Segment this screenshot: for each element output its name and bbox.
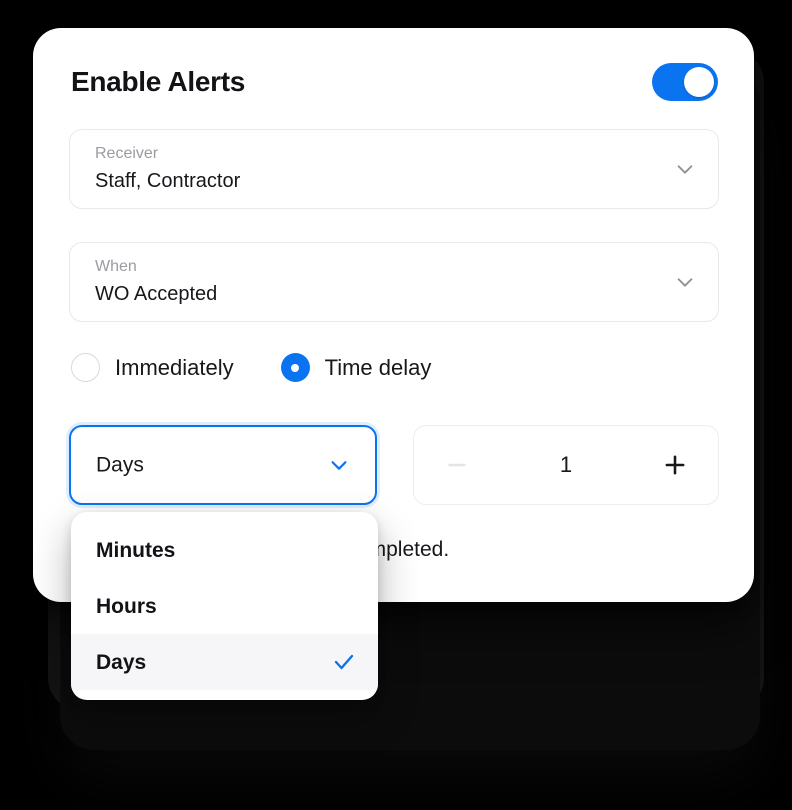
time-unit-value: Days [96, 453, 144, 477]
radio-selected-icon [280, 353, 310, 382]
menu-item-label: Hours [96, 594, 157, 618]
when-value: WO Accepted [95, 283, 218, 305]
check-icon [332, 650, 356, 674]
delay-amount-stepper: 1 [413, 425, 719, 505]
chevron-down-icon [674, 271, 696, 293]
radio-option-immediately[interactable]: Immediately [71, 353, 234, 382]
minus-icon[interactable] [440, 448, 474, 482]
time-unit-dropdown-menu: Minutes Hours Days [71, 512, 378, 700]
time-unit-select[interactable]: Days [69, 425, 377, 505]
radio-option-time-delay[interactable]: Time delay [280, 353, 432, 382]
menu-item-hours[interactable]: Hours [71, 578, 378, 634]
menu-item-label: Minutes [96, 538, 176, 562]
chevron-down-icon [674, 158, 696, 180]
radio-label-time-delay: Time delay [324, 354, 432, 380]
receiver-value: Staff, Contractor [95, 170, 241, 192]
screenshot-stage: Enable Alerts Receiver Staff, Contractor… [0, 0, 792, 810]
when-label: When [95, 258, 137, 275]
delay-amount-value[interactable]: 1 [474, 454, 658, 476]
radio-label-immediately: Immediately [115, 354, 234, 380]
timing-radio-group: Immediately Time delay [71, 353, 431, 382]
radio-unselected-icon [71, 353, 100, 382]
card-header: Enable Alerts [33, 28, 754, 136]
receiver-label: Receiver [95, 145, 159, 162]
menu-item-days[interactable]: Days [71, 634, 378, 690]
plus-icon[interactable] [658, 448, 692, 482]
toggle-knob [684, 67, 714, 97]
enable-alerts-toggle[interactable] [652, 63, 718, 101]
page-title: Enable Alerts [71, 66, 246, 97]
menu-item-minutes[interactable]: Minutes [71, 522, 378, 578]
when-select[interactable]: When WO Accepted [69, 242, 719, 322]
menu-item-label: Days [96, 650, 147, 674]
receiver-select[interactable]: Receiver Staff, Contractor [69, 129, 719, 209]
chevron-down-icon [328, 454, 350, 476]
